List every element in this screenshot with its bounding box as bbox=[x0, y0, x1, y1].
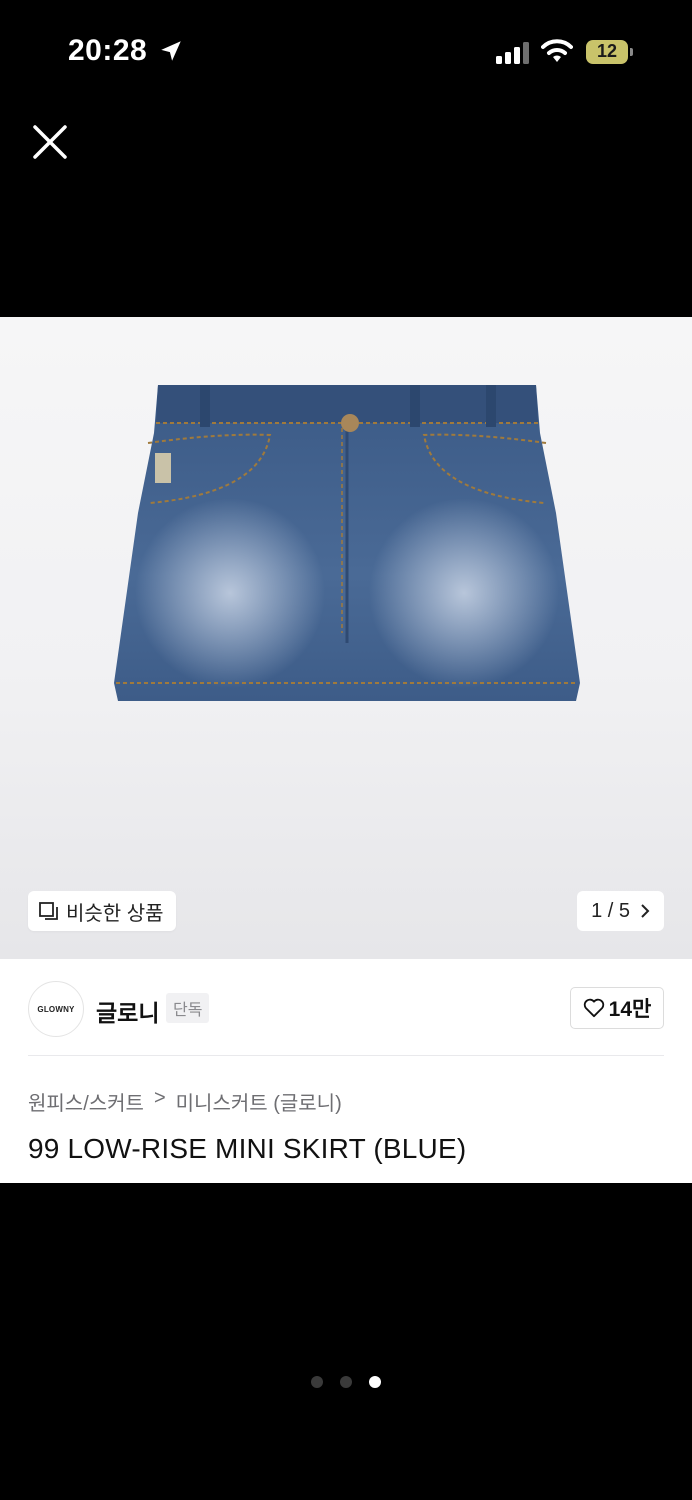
heart-icon bbox=[583, 998, 604, 1018]
brand-logo[interactable]: GLOWNY bbox=[28, 981, 84, 1037]
image-counter: 1 / 5 bbox=[591, 899, 630, 922]
product-image-denim-skirt bbox=[114, 385, 580, 701]
image-counter-button[interactable]: 1 / 5 bbox=[577, 891, 664, 931]
product-card: 비슷한 상품 1 / 5 GLOWNY 글로니 단독 14만 원피스/스커트 >… bbox=[0, 317, 692, 1183]
breadcrumb-category[interactable]: 원피스/스커트 bbox=[28, 1087, 144, 1116]
breadcrumb: 원피스/스커트 > 미니스커트 (글로니) bbox=[28, 1087, 342, 1116]
breadcrumb-separator: > bbox=[153, 1087, 166, 1109]
similar-products-button[interactable]: 비슷한 상품 bbox=[28, 891, 176, 931]
similar-products-icon bbox=[39, 902, 58, 920]
page-dot-active[interactable] bbox=[369, 1376, 381, 1388]
breadcrumb-subcategory[interactable]: 미니스커트 (글로니) bbox=[176, 1087, 342, 1116]
cellular-signal-icon bbox=[496, 42, 529, 64]
status-bar: 20:28 12 bbox=[0, 0, 692, 100]
product-title: 99 LOW-RISE MINI SKIRT (BLUE) bbox=[28, 1133, 467, 1164]
like-count: 14만 bbox=[608, 998, 652, 1021]
exclusive-badge: 단독 bbox=[166, 993, 210, 1023]
brand-row: GLOWNY 글로니 단독 14만 bbox=[0, 977, 692, 1057]
similar-products-label: 비슷한 상품 bbox=[66, 902, 164, 925]
wifi-icon bbox=[541, 39, 573, 62]
battery-level: 12 bbox=[596, 41, 618, 61]
like-button[interactable]: 14만 bbox=[570, 987, 664, 1029]
brand-name[interactable]: 글로니 bbox=[96, 994, 159, 1028]
page-dot[interactable] bbox=[340, 1376, 352, 1388]
page-indicator bbox=[0, 1376, 692, 1392]
chevron-right-icon bbox=[641, 904, 650, 918]
status-time: 20:28 bbox=[68, 34, 148, 67]
battery-icon: 12 bbox=[586, 40, 634, 64]
divider bbox=[28, 1055, 664, 1056]
location-arrow-icon bbox=[161, 41, 181, 61]
close-icon[interactable] bbox=[30, 122, 70, 162]
page-dot[interactable] bbox=[311, 1376, 323, 1388]
product-image-carousel[interactable]: 비슷한 상품 1 / 5 bbox=[0, 317, 692, 959]
